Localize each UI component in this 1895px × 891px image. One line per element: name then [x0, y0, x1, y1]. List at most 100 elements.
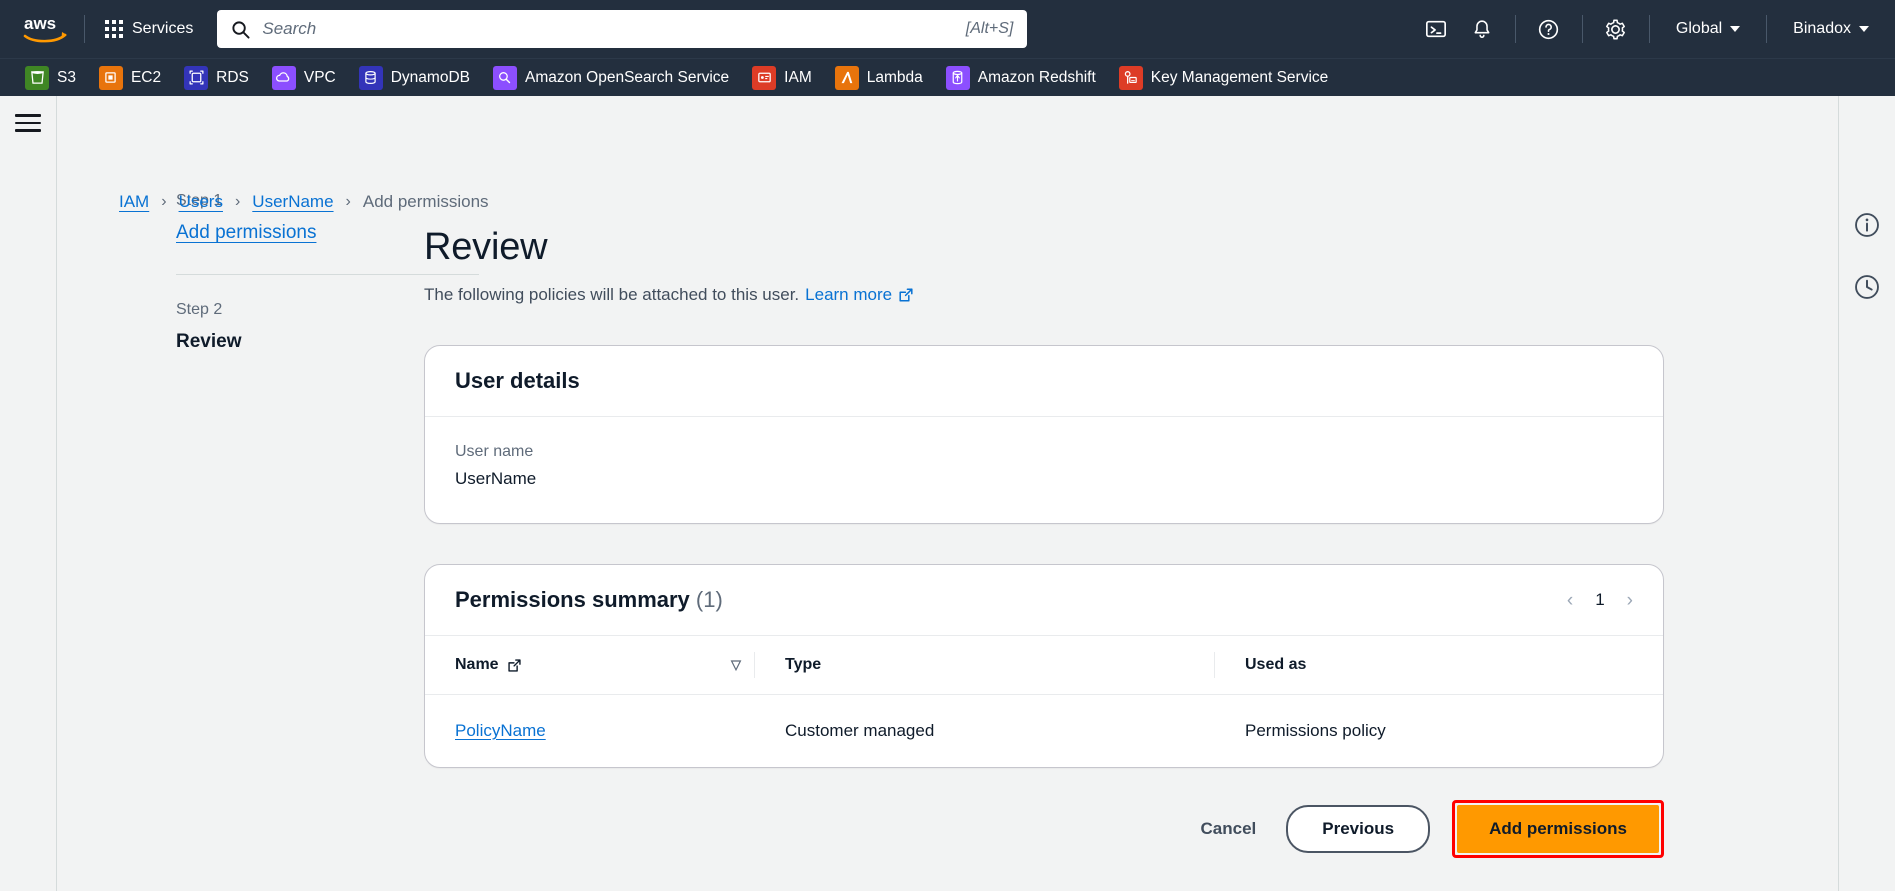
- account-menu[interactable]: Binadox: [1777, 11, 1885, 47]
- breadcrumb-separator: ›: [161, 193, 167, 210]
- grid-menu-icon: [105, 20, 123, 38]
- top-navigation-bar: aws Services [Alt+S]: [0, 0, 1895, 58]
- previous-button[interactable]: Previous: [1286, 805, 1431, 853]
- account-label: Binadox: [1793, 20, 1851, 37]
- permissions-table-body: PolicyName Customer managed Permissions po…: [425, 695, 1663, 768]
- service-shortcut-amazon-redshift[interactable]: Amazon Redshift: [937, 62, 1105, 94]
- breadcrumb-separator: ›: [345, 193, 351, 210]
- permissions-summary-count: (1): [695, 587, 723, 612]
- wizard-step-number: Step 2: [176, 301, 223, 318]
- permissions-table: Name ▽ Type Used as PolicyName Customer …: [425, 636, 1663, 767]
- add-permissions-button[interactable]: Add permissions: [1457, 805, 1659, 853]
- permissions-summary-card: Permissions summary (1) ‹ 1 › Name ▽ Typ…: [424, 564, 1664, 768]
- service-shortcut-label: Key Management Service: [1150, 68, 1329, 86]
- dynamodb-icon: [358, 65, 383, 90]
- wizard-step-add-permissions[interactable]: Add permissions: [176, 222, 316, 244]
- nav-divider: [84, 15, 85, 43]
- s3-bucket-icon: [25, 65, 49, 90]
- nav-divider: [1648, 15, 1650, 43]
- main-content: Review The following policies will be at…: [424, 96, 1838, 891]
- right-rail: [1838, 96, 1895, 891]
- sidebar-toggle-button[interactable]: [15, 114, 41, 132]
- redshift-icon: [945, 65, 970, 90]
- top-nav-right-group: Global Binadox: [1413, 9, 1885, 49]
- user-details-title: User details: [455, 368, 580, 393]
- service-shortcut-amazon-opensearch-service[interactable]: Amazon OpenSearch Service: [484, 62, 738, 94]
- search-input[interactable]: [262, 19, 966, 39]
- column-header-type-label: Type: [785, 656, 822, 673]
- policy-name-link[interactable]: PolicyName: [455, 721, 546, 740]
- pagination-page-1[interactable]: 1: [1595, 590, 1604, 610]
- service-shortcut-rds[interactable]: RDS: [175, 62, 258, 94]
- service-shortcut-label: Lambda: [866, 68, 923, 86]
- opensearch-icon: [492, 65, 517, 90]
- permissions-summary-header: Permissions summary (1) ‹ 1 ›: [425, 565, 1663, 636]
- permissions-summary-title: Permissions summary (1): [455, 587, 723, 613]
- notifications-bell-icon[interactable]: [1459, 9, 1505, 49]
- table-row: PolicyName Customer managed Permissions po…: [425, 695, 1663, 768]
- cell-used-as: Permissions policy: [1245, 721, 1386, 740]
- service-shortcut-ec2[interactable]: EC2: [90, 62, 170, 94]
- table-header-row: Name ▽ Type Used as: [425, 636, 1663, 695]
- column-header-used-as: Used as: [1215, 636, 1663, 695]
- global-search-bar[interactable]: [Alt+S]: [217, 10, 1028, 48]
- wizard-step-label-wrap: Add permissions: [176, 222, 424, 244]
- service-shortcut-label: Amazon Redshift: [977, 68, 1096, 86]
- help-question-icon[interactable]: [1526, 9, 1572, 49]
- breadcrumb-item-iam[interactable]: IAM: [119, 192, 149, 212]
- services-menu-label: Services: [132, 20, 194, 37]
- pagination-next-button[interactable]: ›: [1627, 591, 1633, 610]
- cell-policy-name: PolicyName: [425, 695, 755, 768]
- wizard-actions: Cancel Previous Add permissions: [424, 800, 1664, 858]
- user-details-card: User details User name UserName: [424, 345, 1664, 524]
- info-circle-icon[interactable]: [1853, 211, 1881, 239]
- pagination-prev-button[interactable]: ‹: [1567, 591, 1573, 610]
- chevron-down-icon: [1730, 26, 1741, 32]
- external-link-icon: [507, 658, 521, 672]
- breadcrumb-item-add-permissions: Add permissions: [362, 192, 489, 211]
- aws-logo[interactable]: aws: [18, 12, 74, 46]
- cancel-button[interactable]: Cancel: [1193, 809, 1265, 849]
- service-shortcut-label: RDS: [216, 68, 249, 86]
- breadcrumb: IAM › Users › UserName › Add permissions: [119, 192, 489, 212]
- breadcrumb-item-users[interactable]: Users: [179, 192, 223, 212]
- iam-lock-icon: [752, 65, 777, 90]
- service-shortcuts-bar: S3 EC2 RDS VPC DynamoDB Amazon OpenSearch Ser…: [0, 58, 1895, 96]
- service-shortcut-label: Amazon OpenSearch Service: [524, 68, 730, 86]
- search-shortcut-hint: [Alt+S]: [965, 20, 1014, 37]
- service-shortcut-key-management-service[interactable]: Key Management Service: [1110, 62, 1337, 94]
- nav-divider: [1581, 15, 1583, 43]
- column-header-name: Name ▽: [425, 636, 755, 695]
- column-header-used-as-label: Used as: [1245, 656, 1307, 673]
- service-shortcut-label: DynamoDB: [390, 68, 470, 86]
- service-shortcut-iam[interactable]: IAM: [743, 62, 821, 94]
- region-label: Global: [1675, 20, 1723, 37]
- service-shortcut-dynamodb[interactable]: DynamoDB: [350, 62, 479, 94]
- add-permissions-highlight: Add permissions: [1452, 800, 1664, 858]
- cloudshell-icon[interactable]: [1413, 9, 1459, 49]
- history-clock-icon[interactable]: [1853, 273, 1881, 301]
- service-shortcut-vpc[interactable]: VPC: [263, 62, 345, 94]
- external-link-icon: [899, 288, 913, 302]
- page-container: IAM › Users › UserName › Add permissions Step …: [0, 96, 1895, 891]
- svg-text:aws: aws: [24, 14, 56, 33]
- settings-gear-icon[interactable]: [1593, 9, 1639, 49]
- services-menu-button[interactable]: Services: [95, 12, 203, 46]
- rds-database-icon: [184, 65, 209, 90]
- lambda-icon: [834, 65, 859, 90]
- breadcrumb-item-username[interactable]: UserName: [252, 192, 333, 212]
- column-header-name-label: Name: [455, 656, 499, 673]
- ec2-instance-icon: [98, 65, 123, 90]
- permissions-summary-title-text: Permissions summary: [455, 587, 690, 612]
- page-title: Review: [424, 226, 548, 268]
- learn-more-link[interactable]: Learn more: [805, 285, 892, 305]
- sort-descending-icon[interactable]: ▽: [731, 657, 741, 673]
- region-selector[interactable]: Global: [1660, 11, 1756, 47]
- vpc-cloud-icon: [271, 65, 296, 90]
- subtitle-text: The following policies will be attached …: [424, 285, 800, 304]
- pagination: ‹ 1 ›: [1567, 590, 1633, 610]
- service-shortcut-s3[interactable]: S3: [16, 62, 85, 94]
- service-shortcut-lambda[interactable]: Lambda: [826, 62, 932, 94]
- breadcrumb-separator: ›: [234, 193, 241, 210]
- service-shortcut-label: S3: [57, 68, 76, 86]
